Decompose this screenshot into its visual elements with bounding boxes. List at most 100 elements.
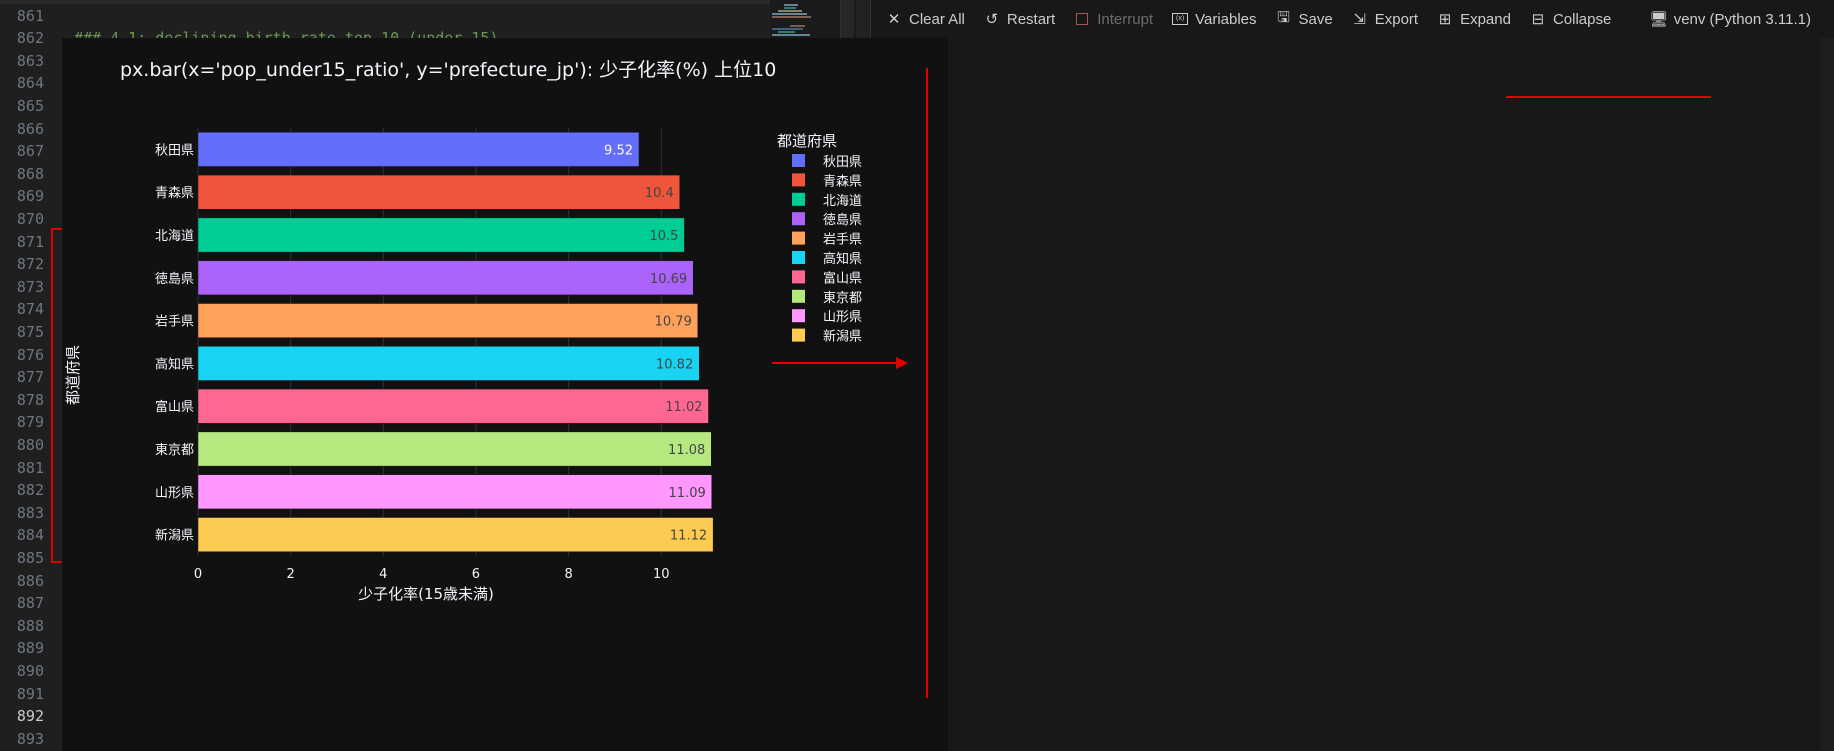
legend-swatch (792, 173, 805, 187)
minimap-line (778, 10, 802, 12)
legend-item[interactable]: 青森県 (792, 173, 862, 189)
legend-label: 徳島県 (823, 213, 862, 228)
bar-10[interactable] (197, 517, 714, 552)
annotation-arrow (772, 362, 902, 364)
bar-value-label: 10.5 (649, 229, 678, 244)
bar-value-label: 11.02 (665, 400, 702, 415)
bar-6[interactable] (197, 346, 700, 381)
bar-value-label: 11.12 (670, 529, 707, 544)
legend-item[interactable]: 徳島県 (792, 212, 862, 228)
line-number: 890 (16, 661, 44, 680)
legend-item[interactable]: 高知県 (792, 251, 862, 267)
bar-7[interactable] (197, 388, 709, 424)
minimap-line (772, 13, 808, 15)
legend-item[interactable]: 東京都 (792, 289, 862, 306)
y-tick-label: 北海道 (155, 229, 194, 244)
minimap-line (784, 7, 797, 9)
legend-item[interactable]: 新潟県 (792, 328, 862, 345)
x-tick-label: 10 (653, 567, 670, 582)
bar-9[interactable] (197, 474, 712, 510)
bar-1[interactable] (197, 132, 640, 167)
bar-value-label: 9.52 (604, 143, 633, 158)
legend-item[interactable]: 北海道 (792, 192, 862, 209)
line-number: 863 (16, 51, 44, 70)
plotly-figure[interactable]: 9.52 10.4 10.5 10.69 10.79 10.82 11.02 11.08 11.… (62, 38, 948, 751)
code-line[interactable]: 861 (0, 4, 770, 27)
legend-swatch (792, 192, 805, 206)
bar-4[interactable] (197, 260, 694, 296)
interrupt-label: Interrupt (1097, 10, 1154, 28)
x-tick-label: 6 (472, 567, 480, 582)
line-number: 885 (16, 548, 44, 567)
y-tick-label: 山形県 (155, 486, 194, 501)
annotation-arrow-head (896, 357, 908, 369)
clear-all-label: Clear All (909, 10, 965, 28)
legend-swatch (792, 231, 805, 245)
y-tick-label: 東京都 (155, 442, 194, 458)
minimap-line (772, 34, 811, 36)
minimap-line (790, 25, 805, 27)
legend-label: 秋田県 (823, 155, 862, 170)
legend-swatch (792, 270, 805, 284)
chart-title: px.bar(x='pop_under15_ratio', y='prefect… (120, 59, 776, 81)
y-tick-label: 秋田県 (155, 143, 194, 158)
legend-label: 岩手県 (823, 233, 862, 248)
bar-chart[interactable]: 9.52 10.4 10.5 10.69 10.79 10.82 11.02 11.08 11.… (62, 38, 948, 751)
clear-all-button[interactable]: ✕ Clear All (885, 10, 965, 29)
restart-icon: ↺ (985, 11, 999, 28)
line-number: 867 (16, 142, 44, 161)
x-tick-label: 0 (194, 567, 202, 582)
collapse-button[interactable]: ⊟ Collapse (1529, 10, 1612, 29)
y-tick-label: 徳島県 (155, 272, 194, 287)
restart-button[interactable]: ↺ Restart (983, 10, 1056, 29)
minimap-line (784, 4, 799, 6)
variables-icon: (x) (1171, 10, 1189, 28)
legend-item[interactable]: 山形県 (792, 309, 862, 325)
annotation-title-underline (1506, 96, 1711, 98)
line-number: 880 (16, 435, 44, 454)
bar-2[interactable] (197, 174, 681, 210)
line-number: 877 (16, 368, 44, 387)
legend[interactable]: 都道府県秋田県青森県北海道徳島県岩手県高知県富山県東京都山形県新潟県 (777, 132, 862, 345)
legend-swatch (792, 154, 805, 167)
legend-item[interactable]: 岩手県 (792, 231, 862, 248)
bar-3[interactable] (197, 217, 685, 253)
annotation-red-line (926, 68, 928, 698)
interrupt-button[interactable]: Interrupt (1073, 10, 1153, 28)
legend-swatch (792, 212, 805, 226)
export-button[interactable]: ⇲ Export (1351, 10, 1418, 29)
line-number: 886 (16, 571, 44, 590)
bar-5[interactable] (197, 303, 699, 338)
bar-value-label: 10.4 (645, 186, 674, 201)
output-scrollbar[interactable] (1820, 38, 1834, 751)
expand-label: Expand (1460, 10, 1511, 28)
line-number: 876 (16, 345, 44, 364)
bar-value-label: 11.08 (668, 443, 705, 458)
line-number: 893 (16, 729, 44, 748)
variables-button[interactable]: (x) Variables (1171, 10, 1257, 28)
y-tick-label: 富山県 (155, 399, 194, 415)
expand-button[interactable]: ⊞ Expand (1436, 10, 1511, 29)
legend-swatch (792, 289, 805, 303)
legend-label: 新潟県 (823, 329, 862, 345)
bar-8[interactable] (197, 431, 712, 467)
line-number: 869 (16, 187, 44, 206)
collapse-all-icon: ⊟ (1531, 11, 1545, 28)
line-number: 882 (16, 481, 44, 500)
line-number: 892 (16, 707, 44, 726)
x-tick-labels: 0 2 4 6 8 10 (194, 567, 670, 582)
kernel-picker[interactable]: 🖥 venv (Python 3.11.1) (1649, 0, 1811, 38)
server-icon: 🖥 (1649, 11, 1669, 28)
line-number: 881 (16, 458, 44, 477)
line-number: 871 (16, 232, 44, 251)
legend-item[interactable]: 富山県 (792, 270, 862, 286)
line-number: 872 (16, 255, 44, 274)
legend-swatch (792, 328, 805, 342)
line-number: 865 (16, 96, 44, 115)
x-tick-label: 8 (564, 567, 572, 582)
legend-label: 東京都 (823, 290, 862, 306)
save-button[interactable]: 🖫 Save (1275, 9, 1333, 28)
legend-item[interactable]: 秋田県 (792, 154, 862, 170)
y-tick-label: 新潟県 (155, 528, 194, 544)
x-axis-title: 少子化率(15歳未満) (358, 585, 494, 603)
